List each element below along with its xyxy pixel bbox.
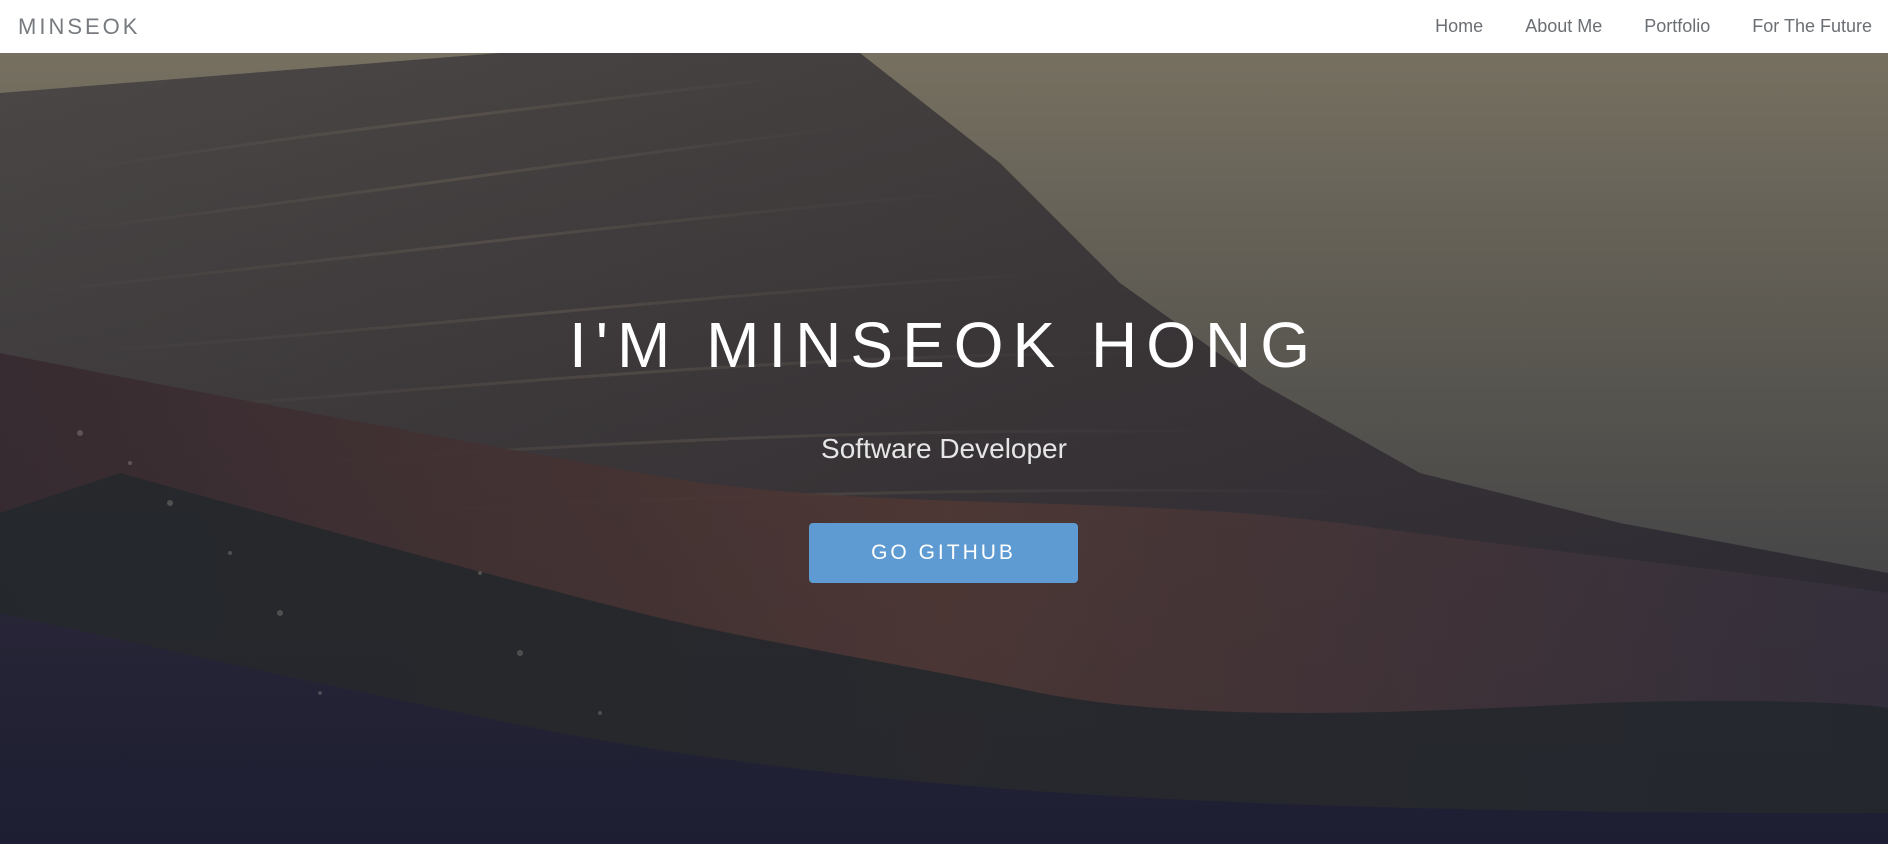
nav-link-portfolio[interactable]: Portfolio xyxy=(1644,16,1710,37)
hero-title: I'M MINSEOK HONG xyxy=(568,309,1320,381)
nav-links: Home About Me Portfolio For The Future xyxy=(1393,16,1872,37)
brand-logo-link[interactable]: MINSEOK xyxy=(18,14,140,40)
top-navbar: MINSEOK Home About Me Portfolio For The … xyxy=(0,0,1888,53)
go-github-button[interactable]: GO GITHUB xyxy=(809,523,1078,583)
page-below-hero xyxy=(0,844,1888,865)
hero-section: I'M MINSEOK HONG Software Developer GO G… xyxy=(0,53,1888,844)
nav-link-home[interactable]: Home xyxy=(1435,16,1483,37)
nav-link-about-me[interactable]: About Me xyxy=(1525,16,1602,37)
nav-link-for-the-future[interactable]: For The Future xyxy=(1752,16,1872,37)
hero-subtitle: Software Developer xyxy=(821,433,1067,464)
hero-content: I'M MINSEOK HONG Software Developer GO G… xyxy=(0,53,1888,844)
